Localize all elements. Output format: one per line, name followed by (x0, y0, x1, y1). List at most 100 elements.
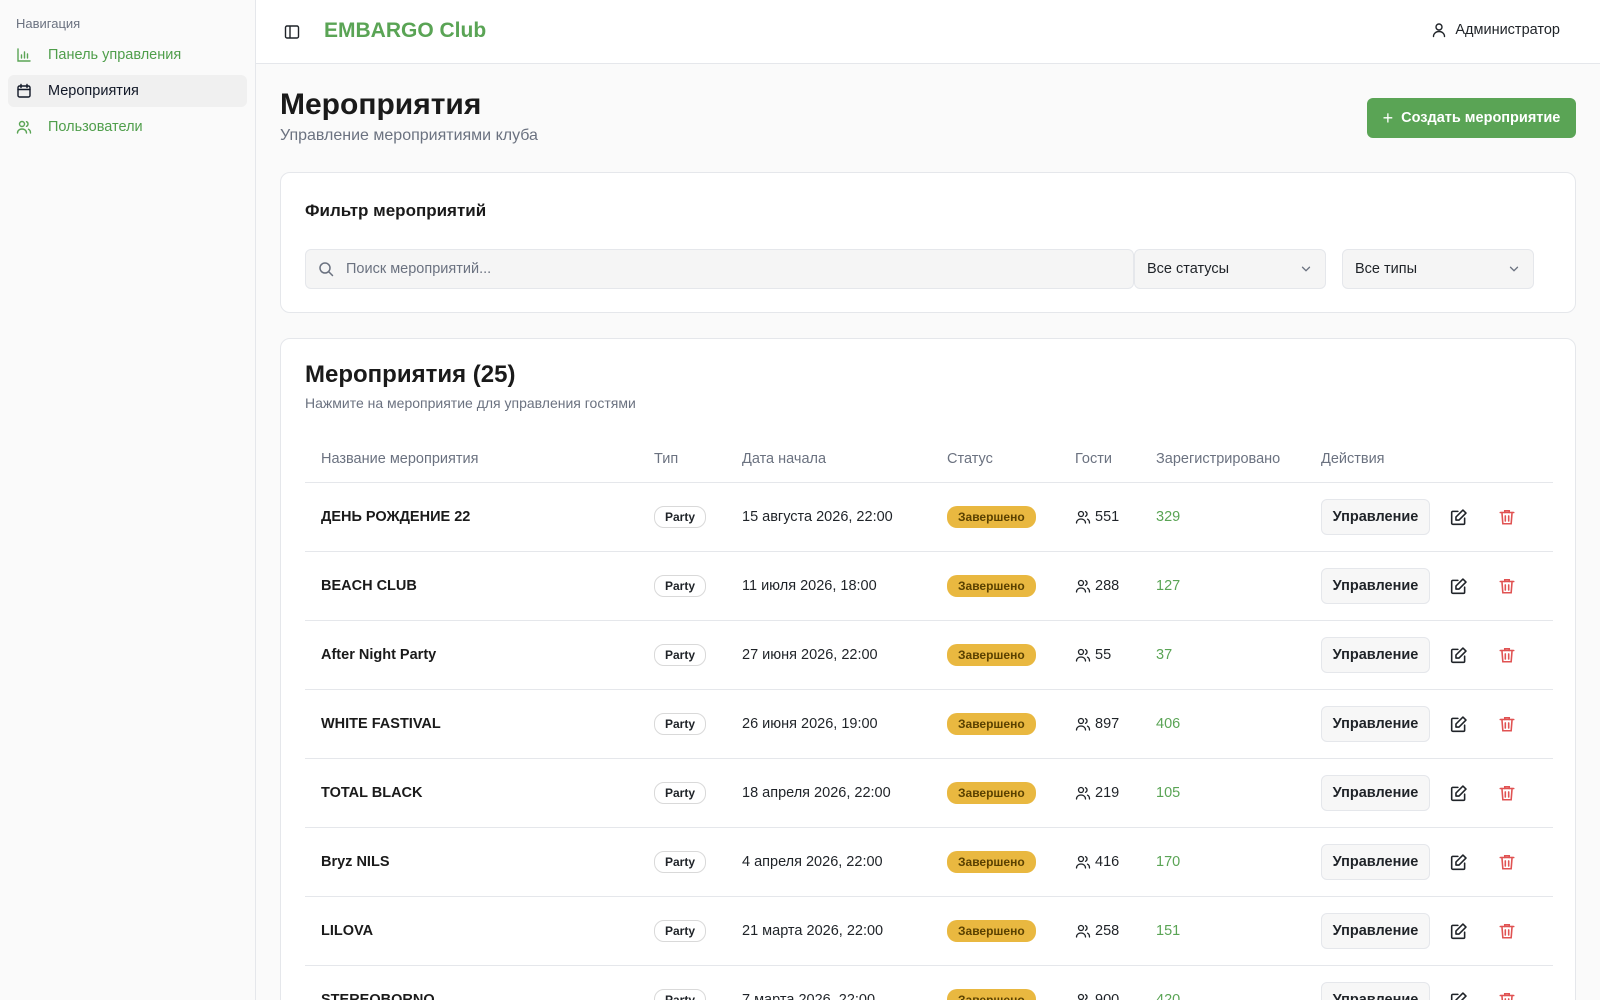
type-badge: Party (654, 713, 707, 735)
type-badge: Party (654, 575, 707, 597)
search-box[interactable] (305, 249, 1134, 289)
delete-button[interactable] (1498, 715, 1516, 733)
trash-icon (1499, 579, 1515, 594)
table-row[interactable]: WHITE FASTIVAL Party 26 июня 2026, 19:00… (305, 690, 1553, 759)
column-header-date[interactable]: Дата начала (742, 451, 826, 467)
table-row[interactable]: Bryz NILS Party 4 апреля 2026, 22:00 Зав… (305, 828, 1553, 897)
column-header-type[interactable]: Тип (654, 451, 678, 467)
event-date: 27 июня 2026, 22:00 (742, 647, 878, 663)
table-row[interactable]: TOTAL BLACK Party 18 апреля 2026, 22:00 … (305, 759, 1553, 828)
filter-card: Фильтр мероприятий Все статусы Все типы (280, 172, 1576, 313)
table-row[interactable]: LILOVA Party 21 марта 2026, 22:00 Заверш… (305, 897, 1553, 966)
edit-button[interactable] (1450, 784, 1468, 802)
manage-button[interactable]: Управление (1321, 844, 1430, 880)
manage-button[interactable]: Управление (1321, 706, 1430, 742)
status-badge: Завершено (947, 506, 1036, 528)
type-select[interactable]: Все типы (1342, 249, 1534, 289)
event-date: 18 апреля 2026, 22:00 (742, 785, 891, 801)
edit-icon (1450, 647, 1467, 664)
table-row[interactable]: BEACH CLUB Party 11 июля 2026, 18:00 Зав… (305, 552, 1553, 621)
registered-count: 420 (1156, 992, 1181, 1000)
manage-button[interactable]: Управление (1321, 499, 1430, 535)
event-name: Bryz NILS (321, 854, 390, 870)
users-icon (16, 119, 32, 135)
sidebar-item-events[interactable]: Мероприятия (8, 75, 247, 107)
users-icon (1075, 785, 1091, 801)
type-badge: Party (654, 782, 707, 804)
sidebar-item-label: Мероприятия (48, 83, 139, 99)
edit-button[interactable] (1450, 508, 1468, 526)
brand-title[interactable]: EMBARGO Club (324, 19, 486, 43)
event-name: WHITE FASTIVAL (321, 716, 441, 732)
table-row[interactable]: ДЕНЬ РОЖДЕНИЕ 22 Party 15 августа 2026, … (305, 483, 1553, 552)
page-title: Мероприятия (280, 88, 482, 121)
guests-count: 55 (1095, 647, 1112, 663)
type-select-value: Все типы (1355, 261, 1418, 277)
status-badge: Завершено (947, 644, 1036, 666)
manage-button[interactable]: Управление (1321, 568, 1430, 604)
event-name: After Night Party (321, 647, 437, 663)
delete-button[interactable] (1498, 508, 1516, 526)
edit-icon (1450, 785, 1467, 802)
users-icon (1075, 854, 1091, 870)
edit-button[interactable] (1450, 922, 1468, 940)
delete-button[interactable] (1498, 577, 1516, 595)
sidebar-toggle-button[interactable] (282, 22, 302, 42)
events-subtitle: Нажмите на мероприятие для управления го… (305, 395, 636, 411)
trash-icon (1499, 648, 1515, 663)
users-icon (1075, 509, 1091, 525)
delete-button[interactable] (1498, 784, 1516, 802)
manage-button[interactable]: Управление (1321, 913, 1430, 949)
column-header-status[interactable]: Статус (947, 451, 993, 467)
delete-button[interactable] (1498, 646, 1516, 664)
manage-button[interactable]: Управление (1321, 775, 1430, 811)
event-name: TOTAL BLACK (321, 785, 423, 801)
table-body: ДЕНЬ РОЖДЕНИЕ 22 Party 15 августа 2026, … (305, 483, 1553, 1000)
edit-button[interactable] (1450, 853, 1468, 871)
event-name: LILOVA (321, 923, 374, 939)
sidebar: Навигация Панель управления Мероприятия … (0, 0, 256, 1000)
column-header-guests[interactable]: Гости (1075, 451, 1112, 467)
column-header-registered[interactable]: Зарегистрировано (1156, 451, 1280, 467)
delete-button[interactable] (1498, 991, 1516, 1000)
delete-button[interactable] (1498, 853, 1516, 871)
delete-button[interactable] (1498, 922, 1516, 940)
column-header-actions: Действия (1321, 451, 1385, 467)
registered-count: 151 (1156, 923, 1181, 939)
events-table: Название мероприятия Тип Дата начала Ста… (305, 437, 1553, 1000)
edit-button[interactable] (1450, 991, 1468, 1000)
status-badge: Завершено (947, 920, 1036, 942)
trash-icon (1499, 786, 1515, 801)
sidebar-item-label: Пользователи (48, 119, 143, 135)
event-name: ДЕНЬ РОЖДЕНИЕ 22 (321, 509, 471, 525)
main-content: Мероприятия Управление мероприятиями клу… (256, 64, 1600, 1000)
type-badge: Party (654, 989, 707, 1000)
search-input[interactable] (346, 261, 1106, 277)
table-row[interactable]: STEREOBORNO Party 7 марта 2026, 22:00 За… (305, 966, 1553, 1000)
edit-button[interactable] (1450, 577, 1468, 595)
sidebar-item-label: Панель управления (48, 47, 182, 63)
guests-count: 219 (1095, 785, 1120, 801)
edit-button[interactable] (1450, 646, 1468, 664)
users-icon (1075, 923, 1091, 939)
sidebar-item-dashboard[interactable]: Панель управления (8, 39, 247, 71)
table-row[interactable]: After Night Party Party 27 июня 2026, 22… (305, 621, 1553, 690)
page-subtitle: Управление мероприятиями клуба (280, 127, 538, 144)
event-date: 4 апреля 2026, 22:00 (742, 854, 883, 870)
create-event-label: Создать мероприятие (1401, 110, 1561, 126)
edit-button[interactable] (1450, 715, 1468, 733)
event-date: 26 июня 2026, 19:00 (742, 716, 878, 732)
search-icon (318, 261, 334, 277)
events-title: Мероприятия (25) (305, 361, 516, 388)
event-date: 21 марта 2026, 22:00 (742, 923, 884, 939)
manage-button[interactable]: Управление (1321, 982, 1430, 1000)
user-menu[interactable]: Администратор (1431, 22, 1560, 38)
calendar-icon (16, 83, 32, 99)
trash-icon (1499, 717, 1515, 732)
manage-label: Управление (1332, 578, 1419, 594)
sidebar-item-users[interactable]: Пользователи (8, 111, 247, 143)
create-event-button[interactable]: + Создать мероприятие (1367, 98, 1576, 138)
manage-button[interactable]: Управление (1321, 637, 1430, 673)
status-select[interactable]: Все статусы (1134, 249, 1326, 289)
column-header-name[interactable]: Название мероприятия (321, 451, 478, 467)
